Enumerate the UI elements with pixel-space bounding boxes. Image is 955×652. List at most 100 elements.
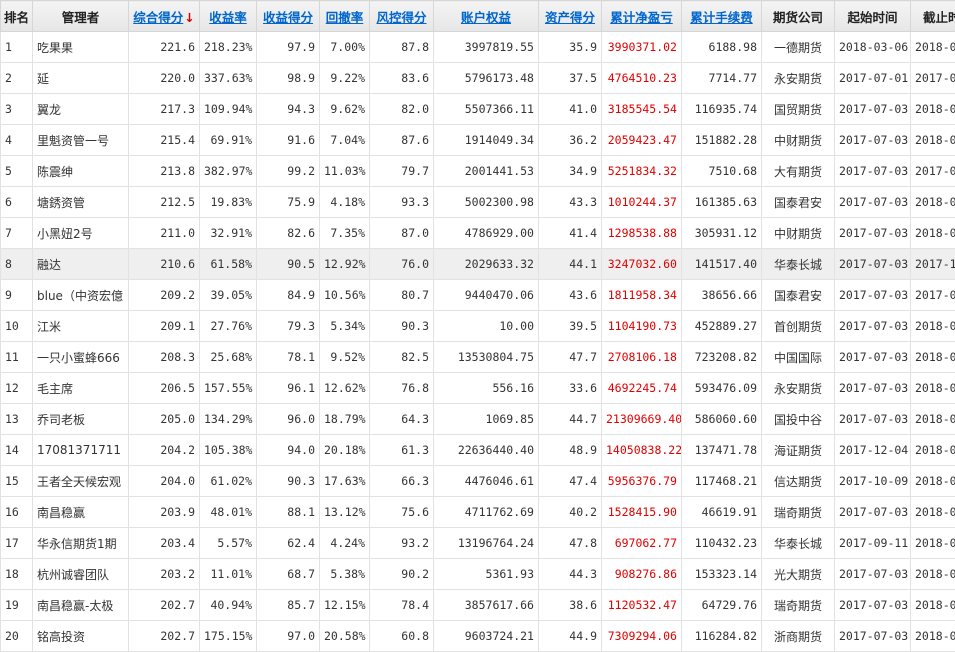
cell-return-score: 78.1	[257, 342, 320, 373]
cell-end-date: 2018-05-30	[911, 342, 955, 373]
cell-start-date: 2017-07-03	[835, 311, 911, 342]
table-row[interactable]: 13乔司老板205.0134.29%96.018.79%64.31069.854…	[1, 404, 955, 435]
cell-cumulative-fees: 137471.78	[682, 435, 762, 466]
table-row[interactable]: 19南昌稳赢-太极202.740.94%85.712.15%78.4385761…	[1, 590, 955, 621]
cell-drawdown-rate: 17.63%	[320, 466, 370, 497]
cell-start-date: 2017-07-03	[835, 218, 911, 249]
cell-cumulative-fees: 723208.82	[682, 342, 762, 373]
header-cumulative-net-pnl-label[interactable]: 累计净盈亏	[610, 10, 673, 25]
cell-composite-score: 203.2	[129, 559, 200, 590]
cell-return-score: 96.0	[257, 404, 320, 435]
cell-asset-score: 41.4	[539, 218, 602, 249]
cell-account-equity: 9603724.21	[434, 621, 539, 652]
cell-cumulative-net-pnl: 1010244.37	[602, 187, 682, 218]
cell-return-score: 98.9	[257, 63, 320, 94]
cell-rank: 2	[1, 63, 33, 94]
cell-return-score: 75.9	[257, 187, 320, 218]
table-row[interactable]: 1417081371711204.2105.38%94.020.18%61.32…	[1, 435, 955, 466]
cell-cumulative-net-pnl: 4764510.23	[602, 63, 682, 94]
cell-account-equity: 2029633.32	[434, 249, 539, 280]
table-row[interactable]: 9blue（中资宏億209.239.05%84.910.56%80.794404…	[1, 280, 955, 311]
cell-asset-score: 43.3	[539, 187, 602, 218]
header-account-equity[interactable]: 账户权益	[434, 1, 539, 32]
cell-end-date: 2018-06-13	[911, 528, 955, 559]
table-row[interactable]: 12毛主席206.5157.55%96.112.62%76.8556.1633.…	[1, 373, 955, 404]
cell-return-rate: 5.57%	[200, 528, 257, 559]
cell-cumulative-net-pnl: 2708106.18	[602, 342, 682, 373]
cell-manager: 王者全天候宏观	[33, 466, 129, 497]
header-risk-score[interactable]: 风控得分	[370, 1, 434, 32]
cell-risk-score: 90.2	[370, 559, 434, 590]
cell-manager: 17081371711	[33, 435, 129, 466]
cell-cumulative-fees: 38656.66	[682, 280, 762, 311]
table-row[interactable]: 6塘銹资管212.519.83%75.94.18%93.35002300.984…	[1, 187, 955, 218]
cell-return-score: 99.2	[257, 156, 320, 187]
table-row[interactable]: 7小黑妞2号211.032.91%82.67.35%87.04786929.00…	[1, 218, 955, 249]
cell-drawdown-rate: 7.04%	[320, 125, 370, 156]
sort-desc-arrow-icon[interactable]: ↓	[184, 10, 194, 25]
cell-drawdown-rate: 13.12%	[320, 497, 370, 528]
table-row[interactable]: 11一只小蜜蜂666208.325.68%78.19.52%82.5135308…	[1, 342, 955, 373]
header-composite-score[interactable]: 综合得分↓	[129, 1, 200, 32]
table-row[interactable]: 10江米209.127.76%79.35.34%90.310.0039.5110…	[1, 311, 955, 342]
cell-rank: 16	[1, 497, 33, 528]
cell-manager: 华永信期货1期	[33, 528, 129, 559]
cell-futures-company: 国贸期货	[762, 94, 835, 125]
header-cumulative-fees[interactable]: 累计手续费	[682, 1, 762, 32]
header-risk-score-label[interactable]: 风控得分	[376, 10, 426, 25]
cell-end-date: 2018-06-13	[911, 311, 955, 342]
header-return-rate-label[interactable]: 收益率	[209, 10, 247, 25]
cell-cumulative-net-pnl: 697062.77	[602, 528, 682, 559]
cell-asset-score: 35.9	[539, 32, 602, 63]
cell-start-date: 2017-09-11	[835, 528, 911, 559]
cell-start-date: 2017-07-01	[835, 63, 911, 94]
header-composite-score-label[interactable]: 综合得分	[133, 10, 183, 25]
cell-cumulative-net-pnl: 4692245.74	[602, 373, 682, 404]
table-row[interactable]: 16南昌稳赢203.948.01%88.113.12%75.64711762.6…	[1, 497, 955, 528]
cell-return-rate: 32.91%	[200, 218, 257, 249]
header-return-score-label[interactable]: 收益得分	[263, 10, 313, 25]
cell-asset-score: 34.9	[539, 156, 602, 187]
cell-manager: 一只小蜜蜂666	[33, 342, 129, 373]
table-row[interactable]: 5陈震绅213.8382.97%99.211.03%79.72001441.53…	[1, 156, 955, 187]
cell-composite-score: 208.3	[129, 342, 200, 373]
cell-cumulative-fees: 7714.77	[682, 63, 762, 94]
cell-rank: 10	[1, 311, 33, 342]
header-start-date-label: 起始时间	[847, 10, 897, 25]
cell-return-score: 90.3	[257, 466, 320, 497]
header-account-equity-label[interactable]: 账户权益	[461, 10, 511, 25]
header-return-rate[interactable]: 收益率	[200, 1, 257, 32]
cell-end-date: 2018-06-13	[911, 218, 955, 249]
table-row[interactable]: 1吃果果221.6218.23%97.97.00%87.83997819.553…	[1, 32, 955, 63]
cell-asset-score: 44.1	[539, 249, 602, 280]
header-cumulative-fees-label[interactable]: 累计手续费	[690, 10, 753, 25]
cell-return-score: 82.6	[257, 218, 320, 249]
table-row[interactable]: 2延220.0337.63%98.99.22%83.65796173.4837.…	[1, 63, 955, 94]
header-return-score[interactable]: 收益得分	[257, 1, 320, 32]
header-cumulative-net-pnl[interactable]: 累计净盈亏	[602, 1, 682, 32]
cell-return-rate: 27.76%	[200, 311, 257, 342]
table-row[interactable]: 18杭州诚睿团队203.211.01%68.75.38%90.25361.934…	[1, 559, 955, 590]
cell-drawdown-rate: 4.24%	[320, 528, 370, 559]
cell-manager: 江米	[33, 311, 129, 342]
table-row[interactable]: 8融达210.661.58%90.512.92%76.02029633.3244…	[1, 249, 955, 280]
table-row[interactable]: 3翼龙217.3109.94%94.39.62%82.05507366.1141…	[1, 94, 955, 125]
table-row[interactable]: 4里魁资管一号215.469.91%91.67.04%87.61914049.3…	[1, 125, 955, 156]
cell-rank: 11	[1, 342, 33, 373]
cell-cumulative-net-pnl: 7309294.06	[602, 621, 682, 652]
header-drawdown-rate[interactable]: 回撤率	[320, 1, 370, 32]
header-drawdown-rate-label[interactable]: 回撤率	[326, 10, 364, 25]
cell-start-date: 2017-07-03	[835, 280, 911, 311]
table-row[interactable]: 20铭高投资202.7175.15%97.020.58%60.89603724.…	[1, 621, 955, 652]
cell-cumulative-net-pnl: 908276.86	[602, 559, 682, 590]
cell-cumulative-net-pnl: 3247032.60	[602, 249, 682, 280]
cell-drawdown-rate: 9.22%	[320, 63, 370, 94]
table-row[interactable]: 15王者全天候宏观204.061.02%90.317.63%66.3447604…	[1, 466, 955, 497]
cell-account-equity: 4786929.00	[434, 218, 539, 249]
table-row[interactable]: 17华永信期货1期203.45.57%62.44.24%93.213196764…	[1, 528, 955, 559]
cell-risk-score: 82.0	[370, 94, 434, 125]
cell-cumulative-fees: 116284.82	[682, 621, 762, 652]
header-asset-score-label[interactable]: 资产得分	[545, 10, 595, 25]
cell-cumulative-fees: 153323.14	[682, 559, 762, 590]
header-asset-score[interactable]: 资产得分	[539, 1, 602, 32]
